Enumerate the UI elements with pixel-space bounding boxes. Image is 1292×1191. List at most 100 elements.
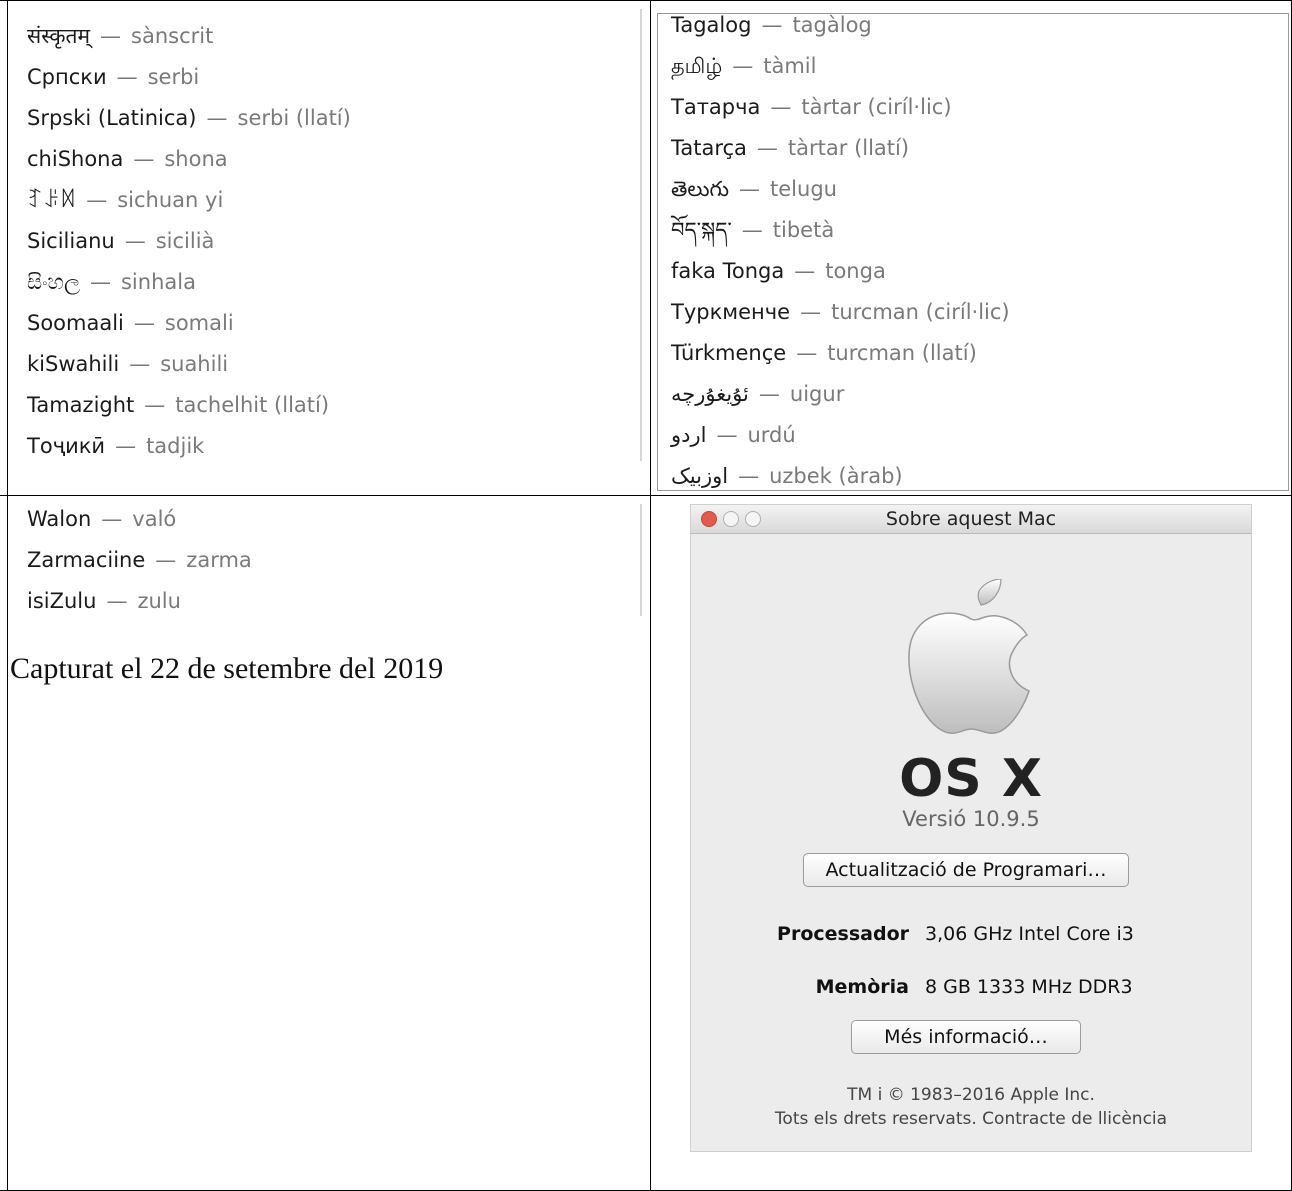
rights-license-line: Tots els drets reservats. Contracte de l… <box>691 1109 1251 1129</box>
separator-dash: — <box>770 95 792 119</box>
language-catalan-name: suahili <box>160 352 229 376</box>
separator-dash: — <box>100 24 122 48</box>
separator-dash: — <box>89 270 111 294</box>
software-update-button[interactable]: Actualització de Programari… <box>803 853 1129 887</box>
separator-dash: — <box>738 464 760 488</box>
language-list-bottom-left: Walon — való Zarmaciine — zarma isiZulu — zulu <box>27 499 252 622</box>
more-info-button[interactable]: Més informació… <box>851 1020 1081 1054</box>
language-catalan-name: sinhala <box>120 270 196 294</box>
separator-dash: — <box>106 589 128 613</box>
copyright-line: TM i © 1983–2016 Apple Inc. <box>847 1085 1095 1105</box>
language-catalan-name: tagàlog <box>792 13 872 37</box>
language-catalan-name: tadjik <box>146 434 205 458</box>
language-native-name: Walon <box>27 507 92 531</box>
language-list-item[interactable]: ئۇيغۇرچە — uigur <box>671 374 1010 415</box>
language-catalan-name: uigur <box>789 382 845 406</box>
language-catalan-name: sichuan yi <box>117 188 224 212</box>
language-native-name: Sicilianu <box>27 229 115 253</box>
language-native-name: Татарча <box>671 95 761 119</box>
language-native-name: Tatarça <box>671 136 747 160</box>
language-catalan-name: sicilià <box>155 229 215 253</box>
language-list-item[interactable]: ꆈꌠꉙ — sichuan yi <box>27 180 351 221</box>
separator-dash: — <box>129 352 151 376</box>
language-native-name: தமிழ் <box>671 54 723 78</box>
language-native-name: བོད་སྐད་ <box>671 218 732 242</box>
os-name: OS X <box>899 749 1043 809</box>
language-list-item[interactable]: faka Tonga — tonga <box>671 251 1010 292</box>
language-native-name: ئۇيغۇرچە <box>671 382 749 406</box>
language-native-name: తెలుగు <box>671 177 730 201</box>
language-list-item[interactable]: Tagalog — tagàlog <box>671 13 1010 46</box>
language-list-item[interactable]: Zarmaciine — zarma <box>27 540 252 581</box>
language-list-item[interactable]: Татарча — tàrtar (ciríl·lic) <box>671 87 1010 128</box>
separator-dash: — <box>796 341 818 365</box>
language-list-item[interactable]: اردو — urdú <box>671 415 1010 456</box>
language-catalan-name: tachelhit (llatí) <box>175 393 330 417</box>
separator-dash: — <box>133 147 155 171</box>
language-catalan-name: telugu <box>770 177 837 201</box>
memory-value: 8 GB 1333 MHz DDR3 <box>925 976 1133 998</box>
language-native-name: Türkmençe <box>671 341 787 365</box>
language-native-name: Српски <box>27 65 107 89</box>
language-list-item[interactable]: தமிழ் — tàmil <box>671 46 1010 87</box>
language-list-item[interactable]: chiShona — shona <box>27 139 351 180</box>
language-list-item[interactable]: Тоҷикӣ — tadjik <box>27 426 351 467</box>
separator-dash: — <box>115 434 137 458</box>
language-list-item[interactable]: Soomaali — somali <box>27 303 351 344</box>
language-list-item[interactable]: Tatarça — tàrtar (llatí) <box>671 128 1010 169</box>
language-list-item[interactable]: Türkmençe — turcman (llatí) <box>671 333 1010 374</box>
language-native-name: faka Tonga <box>671 259 785 283</box>
separator-dash: — <box>761 13 783 37</box>
language-native-name: संस्कृतम् <box>27 24 91 48</box>
language-native-name: kiSwahili <box>27 352 120 376</box>
language-native-name: isiZulu <box>27 589 97 613</box>
language-list-top-right: Tagalog — tagàlog தமிழ் — tàmil Татарча — tàrtar… <box>671 13 1010 490</box>
language-catalan-name: somali <box>164 311 234 335</box>
language-list-item[interactable]: Srpski (Latinica) — serbi (llatí) <box>27 98 351 139</box>
language-list-item[interactable]: Sicilianu — sicilià <box>27 221 351 262</box>
separator-dash: — <box>794 259 816 283</box>
language-native-name: اوزبیک <box>671 464 729 488</box>
language-native-name: Srpski (Latinica) <box>27 106 197 130</box>
language-catalan-name: shona <box>164 147 228 171</box>
processor-value: 3,06 GHz Intel Core i3 <box>925 923 1134 945</box>
language-list-item[interactable]: Туркменче — turcman (ciríl·lic) <box>671 292 1010 333</box>
window-title: Sobre aquest Mac <box>885 508 1057 530</box>
memory-label: Memòria <box>815 976 909 998</box>
capture-date-caption: Capturat el 22 de setembre del 2019 <box>10 652 444 685</box>
separator-dash: — <box>758 382 780 406</box>
language-native-name: Tagalog <box>671 13 752 37</box>
language-catalan-name: urdú <box>747 423 796 447</box>
separator-dash: — <box>133 311 155 335</box>
language-list-item[interactable]: Walon — való <box>27 499 252 540</box>
language-catalan-name: zulu <box>137 589 181 613</box>
window-titlebar[interactable]: Sobre aquest Mac <box>691 505 1251 534</box>
scrollbar-track[interactable] <box>640 504 642 616</box>
language-list-item[interactable]: isiZulu — zulu <box>27 581 252 622</box>
language-list-item[interactable]: తెలుగు — telugu <box>671 169 1010 210</box>
language-list-item[interactable]: संस्कृतम् — sànscrit <box>27 16 351 57</box>
processor-label: Processador <box>777 923 909 945</box>
rights-license-text[interactable]: Tots els drets reservats. Contracte de l… <box>775 1109 1167 1129</box>
language-list-item[interactable]: བོད་སྐད་ — tibetà <box>671 210 1010 251</box>
language-catalan-name: zarma <box>186 548 252 572</box>
language-list-item[interactable]: اوزبیک — uzbek (àrab) <box>671 456 1010 490</box>
language-native-name: chiShona <box>27 147 124 171</box>
language-native-name: සිංහල <box>27 270 80 294</box>
separator-dash: — <box>206 106 228 130</box>
separator-dash: — <box>124 229 146 253</box>
language-list-item[interactable]: Tamazight — tachelhit (llatí) <box>27 385 351 426</box>
language-list-item[interactable]: kiSwahili — suahili <box>27 344 351 385</box>
scrollbar-track[interactable] <box>640 9 642 461</box>
language-catalan-name: turcman (llatí) <box>827 341 977 365</box>
language-catalan-name: serbi (llatí) <box>237 106 351 130</box>
language-catalan-name: serbi <box>147 65 200 89</box>
separator-dash: — <box>741 218 763 242</box>
language-list-item[interactable]: සිංහල — sinhala <box>27 262 351 303</box>
language-native-name: Тоҷикӣ <box>27 434 106 458</box>
language-list-top-left: संस्कृतम् — sànscrit Српски — serbi Srpski (La… <box>27 16 351 467</box>
language-catalan-name: tàrtar (ciríl·lic) <box>801 95 952 119</box>
apple-logo-icon <box>908 579 1030 734</box>
language-list-item[interactable]: Српски — serbi <box>27 57 351 98</box>
separator-dash: — <box>800 300 822 324</box>
